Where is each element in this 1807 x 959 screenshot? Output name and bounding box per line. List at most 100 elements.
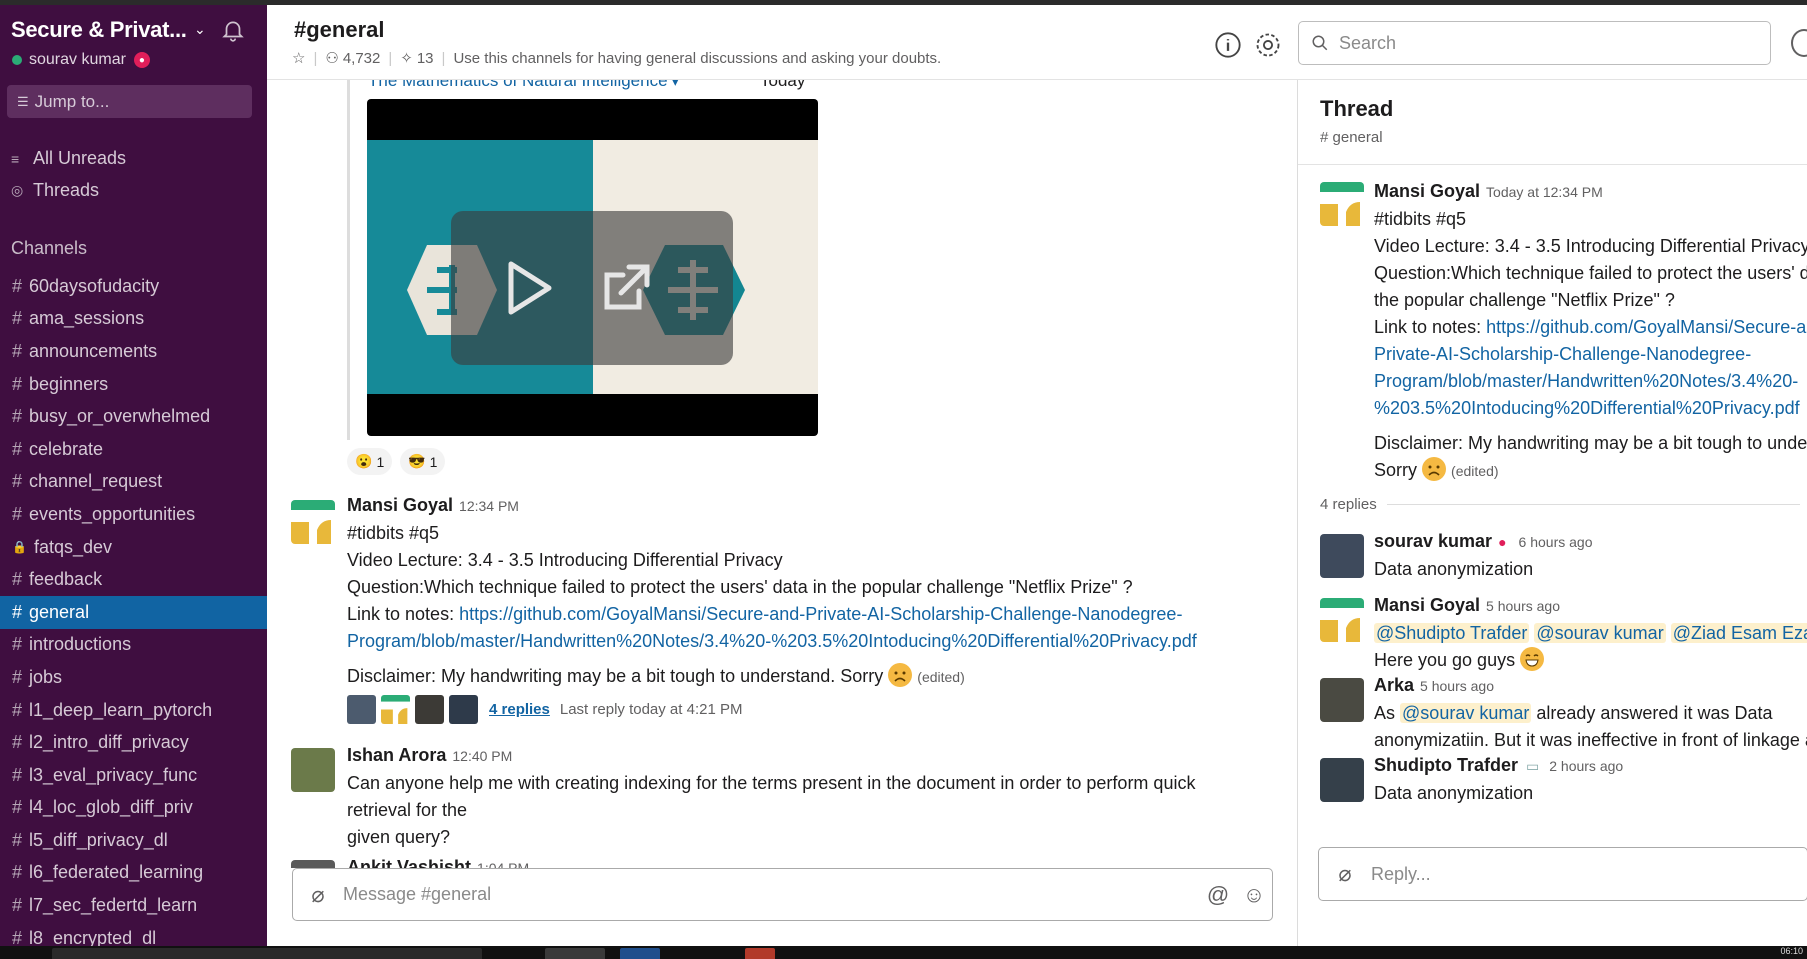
reply-input[interactable]: Reply... (1371, 864, 1431, 885)
message-line: Question:Which technique failed to prote… (347, 577, 1133, 597)
sidebar-channel-item[interactable]: # l2_intro_diff_privacy (0, 726, 267, 759)
sidebar-channel-item[interactable]: # jobs (0, 661, 267, 694)
taskbar-app[interactable] (545, 948, 605, 959)
replies-link[interactable]: 4 replies (489, 696, 550, 723)
avatar[interactable] (1320, 678, 1364, 722)
sidebar-channel-item[interactable]: # l6_federated_learning (0, 857, 267, 890)
replies-row[interactable]: 4 replies Last reply today at 4:21 PM (347, 695, 1277, 724)
sender-name[interactable]: Mansi Goyal (1374, 592, 1480, 619)
notes-link-continued[interactable]: Private-AI-Scholarship-Challenge-Nanodeg… (1374, 341, 1807, 368)
mention-icon[interactable]: @ (1200, 882, 1236, 908)
sender-name[interactable]: Ankit Vashisht (347, 854, 471, 868)
sidebar-channel-item[interactable]: # l1_deep_learn_pytorch (0, 694, 267, 727)
sidebar-channel-item[interactable]: 🔒 fatqs_dev (0, 531, 267, 564)
avatar[interactable] (291, 748, 335, 792)
member-count[interactable]: 4,732 (343, 50, 381, 67)
avatar[interactable] (1320, 534, 1364, 578)
play-icon[interactable] (503, 258, 555, 318)
notes-link-continued[interactable]: Program/blob/master/Handwritten%20Notes/… (347, 628, 1277, 655)
bell-icon[interactable] (220, 17, 246, 43)
sidebar-channel-item[interactable]: # celebrate (0, 433, 267, 466)
chevron-down-icon[interactable]: ⌄ (194, 21, 206, 38)
surprised-emoji: 😮 (355, 453, 373, 469)
current-user[interactable]: sourav kumar ● (12, 51, 150, 69)
paperclip-icon[interactable]: ⌀ (1319, 861, 1371, 887)
avatar[interactable] (291, 500, 335, 544)
sidebar-channel-item[interactable]: # introductions (0, 629, 267, 662)
sender-name[interactable]: Arka (1374, 672, 1414, 699)
notes-link[interactable]: https://github.com/GoyalMansi/Secure-and… (459, 604, 1182, 624)
mention[interactable]: @sourav kumar (1534, 623, 1666, 643)
sidebar-channel-item[interactable]: # busy_or_overwhelmed (0, 400, 267, 433)
pin-count[interactable]: 13 (417, 50, 434, 67)
paperclip-icon[interactable]: ⌀ (293, 882, 343, 908)
sidebar-channel-label: l8_encrypted_dl (29, 927, 157, 946)
reaction-pill[interactable]: 😎 1 (400, 448, 446, 475)
sidebar-channel-label: busy_or_overwhelmed (29, 406, 211, 427)
timestamp[interactable]: Today at 12:34 PM (1486, 179, 1603, 206)
message-input[interactable]: Message #general (343, 884, 1200, 905)
avatar[interactable] (1320, 182, 1364, 226)
sender-name[interactable]: Mansi Goyal (1374, 178, 1480, 205)
timestamp[interactable]: 1:04 PM (477, 855, 529, 868)
timestamp[interactable]: 6 hours ago (1519, 529, 1593, 556)
sidebar-channel-item[interactable]: # general (0, 595, 267, 629)
message-composer[interactable]: ⌀ Message #general @ ☺ (292, 868, 1273, 921)
sidebar-channel-item[interactable]: #60daysofudacity (0, 270, 267, 303)
sidebar-channel-item[interactable]: # announcements (0, 335, 267, 368)
search-input[interactable]: Search (1298, 21, 1771, 65)
sidebar-channel-label: l4_loc_glob_diff_priv (29, 797, 193, 818)
sender-name[interactable]: Mansi Goyal (347, 492, 453, 519)
reaction-pill[interactable]: 😮 1 (347, 448, 393, 475)
timestamp[interactable]: 2 hours ago (1549, 753, 1623, 780)
avatar[interactable] (1320, 758, 1364, 802)
timestamp[interactable]: 12:34 PM (459, 493, 519, 520)
nav-threads[interactable]: ◎ Threads (11, 180, 99, 201)
thread-channel[interactable]: # general (1320, 129, 1383, 146)
gear-icon[interactable] (1254, 31, 1282, 59)
sidebar-channel-item[interactable]: # l3_eval_privacy_func (0, 759, 267, 792)
avatar[interactable] (291, 860, 335, 868)
sidebar-channel-item[interactable]: # l4_loc_glob_diff_priv (0, 792, 267, 825)
avatar[interactable] (1320, 598, 1364, 642)
video-title[interactable]: The Mathematics of Natural Intelligence … (368, 80, 678, 91)
taskbar-app[interactable] (745, 948, 775, 959)
taskbar-app[interactable] (52, 948, 482, 959)
nav-all-unreads[interactable]: ≡ All Unreads (11, 148, 126, 169)
channel-title[interactable]: #general (294, 17, 385, 43)
channel-topic[interactable]: Use this channels for having general dis… (453, 50, 941, 67)
chevron-down-icon[interactable]: ▾ (672, 80, 678, 89)
mention[interactable]: @Ziad Esam Ezat (1670, 623, 1807, 643)
video-player[interactable] (367, 99, 818, 436)
sidebar-channel-item[interactable]: # feedback (0, 563, 267, 596)
mention[interactable]: @Shudipto Trafder (1374, 623, 1530, 643)
external-link-icon[interactable] (599, 261, 653, 315)
sender-name[interactable]: Ishan Arora (347, 742, 446, 769)
notes-link[interactable]: https://github.com/GoyalMansi/Secure-and… (1486, 317, 1807, 337)
star-icon[interactable]: ☆ (292, 49, 305, 67)
emoji-picker-icon[interactable]: ☺ (1236, 882, 1272, 908)
sidebar-channel-item[interactable]: # l5_diff_privacy_dl (0, 824, 267, 857)
timestamp[interactable]: 5 hours ago (1420, 673, 1494, 700)
mentions-icon[interactable] (1791, 29, 1807, 57)
taskbar-app[interactable] (620, 948, 660, 959)
sidebar-channel-item[interactable]: # channel_request (0, 466, 267, 499)
message-line: @Shudipto Trafder @sourav kumar @Ziad Es… (1374, 620, 1807, 647)
thread-reply-composer[interactable]: ⌀ Reply... (1318, 847, 1807, 901)
timestamp[interactable]: 5 hours ago (1486, 593, 1560, 620)
sidebar-channel-item[interactable]: # l7_sec_federtd_learn (0, 889, 267, 922)
sender-name[interactable]: sourav kumar (1374, 528, 1492, 555)
jump-to-button[interactable]: ☰ Jump to... (7, 85, 252, 118)
notes-link-continued[interactable]: %203.5%20Intoducing%20Differential%20Pri… (1374, 395, 1807, 422)
sidebar-channel-item[interactable]: # l8_encrypted_dl (0, 922, 267, 946)
sidebar-channel-item[interactable]: # ama_sessions (0, 303, 267, 336)
timestamp[interactable]: 12:40 PM (452, 743, 512, 770)
sidebar-channel-item[interactable]: # events_opportunities (0, 498, 267, 531)
workspace-name[interactable]: Secure & Privat... (11, 17, 187, 43)
sidebar-channel-item[interactable]: # beginners (0, 368, 267, 401)
info-icon[interactable] (1214, 31, 1242, 59)
channels-section-title[interactable]: Channels (11, 238, 87, 259)
notes-link-continued[interactable]: Program/blob/master/Handwritten%20Notes/… (1374, 368, 1807, 395)
sender-name[interactable]: Shudipto Trafder (1374, 752, 1518, 779)
mention[interactable]: @sourav kumar (1400, 703, 1532, 723)
